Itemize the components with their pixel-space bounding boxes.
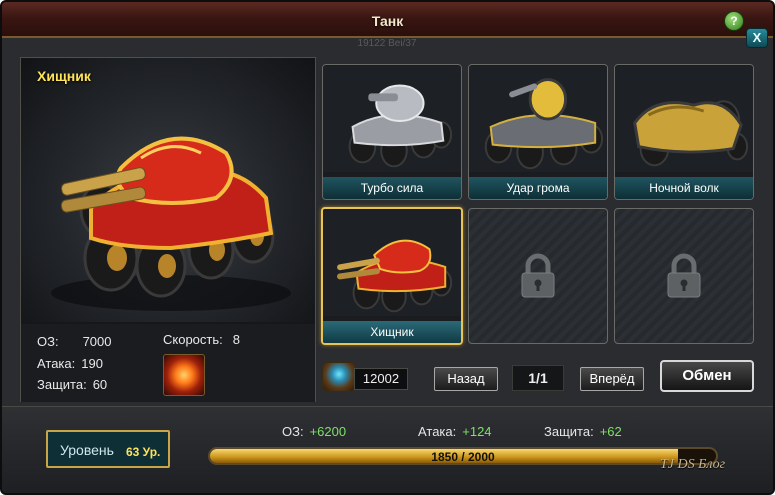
tank-slot-label: Турбо сила [323,177,461,199]
hp-label: ОЗ: [37,334,59,349]
hp-bonus: ОЗ: +6200 [282,424,346,439]
lock-icon [521,253,555,298]
level-footer: Уровень 63 Ур. ОЗ: +6200 Атака: +124 Защит… [2,406,773,493]
attack-bonus-value: +124 [462,424,492,439]
tank-slot-label: Ночной волк [615,177,753,199]
defense-bonus-label: Защита: [544,424,594,439]
tank-slot-predator[interactable]: Хищник [321,207,463,345]
currency-value: 12002 [354,368,408,390]
hp-bonus-value: +6200 [309,424,347,439]
speed-label: Скорость: [163,332,223,347]
xp-text: 1850 / 2000 [431,450,495,464]
exchange-button[interactable]: Обмен [660,360,754,392]
tank-window: Танк ? X 19122 Bei/37 Хищник ОЗ: 7000 Ат… [0,0,775,495]
skill-fire-icon[interactable] [163,354,205,396]
level-box: Уровень 63 Ур. [46,430,170,468]
speed-stat: Скорость: 8 [163,332,240,347]
tank-slot-locked-1[interactable] [468,208,608,344]
defense-stat: Защита: 60 [37,377,107,392]
watermark: TJ DS Блог [660,457,726,472]
xp-bar: 1850 / 2000 [208,447,718,465]
hp-bonus-label: ОЗ: [282,424,304,439]
attack-value: 190 [81,356,103,371]
tank-slot-label: Хищник [323,321,461,343]
level-value: 63 Ур. [126,445,161,459]
page-indicator: 1/1 [512,365,564,391]
spellbook-icon [322,362,356,392]
tank-slot-thunder[interactable]: Удар грома [468,64,608,200]
nightwolf-tank-image [615,65,753,173]
window-title: Танк [371,13,404,29]
defense-value: 60 [92,377,108,392]
attack-stat: Атака: 190 [37,356,103,371]
predator-tank-thumb [323,209,461,317]
thunder-tank-image [469,65,607,173]
help-button[interactable]: ? [724,11,744,31]
defense-bonus-value: +62 [599,424,622,439]
window-subtitle: 19122 Bei/37 [357,38,417,49]
currency-display: 12002 [322,362,410,392]
tank-stats: ОЗ: 7000 Атака: 190 Защита: 60 Скорость: 8 [21,324,315,402]
level-label: Уровень [60,442,114,458]
tank-slot-turbo[interactable]: Турбо сила [322,64,462,200]
lock-icon [667,253,701,298]
close-button[interactable]: X [746,28,768,48]
title-bar: Танк ? [2,2,773,38]
attack-label: Атака: [37,356,76,371]
hp-value: 7000 [82,334,112,349]
attack-bonus: Атака: +124 [418,424,492,439]
preview-panel: Хищник ОЗ: 7000 Атака: 190 Защита: 60 Ск… [20,57,316,402]
tank-slot-nightwolf[interactable]: Ночной волк [614,64,754,200]
hp-stat: ОЗ: 7000 [37,334,112,349]
defense-bonus: Защита: +62 [544,424,622,439]
defense-label: Защита: [37,377,87,392]
tank-slot-locked-2[interactable] [614,208,754,344]
tank-preview: Хищник [21,58,315,322]
predator-tank-image [51,136,291,311]
attack-bonus-label: Атака: [418,424,457,439]
speed-value: 8 [232,332,240,347]
back-button[interactable]: Назад [434,367,498,391]
tank-slot-label: Удар грома [469,177,607,199]
forward-button[interactable]: Вперёд [580,367,644,391]
turbo-tank-image [323,65,461,173]
